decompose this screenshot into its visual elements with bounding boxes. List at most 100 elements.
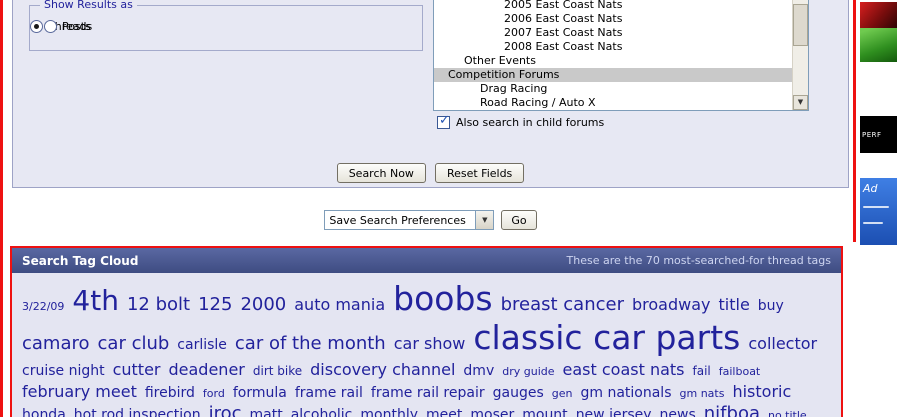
results-option-posts[interactable]: Posts (44, 20, 91, 33)
forum-list-item[interactable]: 2005 East Coast Nats (434, 0, 792, 12)
forum-list-item[interactable]: 2007 East Coast Nats (434, 26, 792, 40)
forum-list-item[interactable]: Road Racing / Auto X (434, 96, 792, 110)
tag-link[interactable]: fail (693, 365, 711, 378)
ad-banner-blue-text: Ad (863, 182, 878, 195)
tag-link[interactable]: gm nationals (580, 386, 671, 401)
check-icon: ✓ (439, 114, 450, 127)
tag-link[interactable]: 2000 (240, 295, 286, 315)
tag-link[interactable]: frame rail (295, 386, 363, 401)
tag-link[interactable]: hot rod inspection (74, 408, 201, 417)
tag-cloud-title: Search Tag Cloud (22, 254, 138, 268)
forum-search-page: Show Results as Threads Posts 2005 East … (0, 0, 897, 417)
reset-fields-button[interactable]: Reset Fields (435, 163, 524, 183)
tag-link[interactable]: njfboa (704, 404, 760, 417)
tag-cloud-body: 3/22/094th12 bolt1252000auto maniaboobsb… (12, 273, 841, 417)
forum-list-scrollbar[interactable]: ▼ (792, 0, 808, 110)
ad-banner-blue-line (863, 206, 889, 208)
ad-thumbnail-green-car[interactable] (860, 28, 897, 62)
tag-link[interactable]: 125 (198, 295, 232, 315)
child-forums-label: Also search in child forums (456, 116, 604, 129)
tag-link[interactable]: moser (470, 408, 514, 417)
tag-link[interactable]: iroc (209, 404, 242, 417)
posts-radio-label: Posts (62, 20, 91, 33)
tag-link[interactable]: 4th (72, 286, 119, 317)
forum-list-item[interactable]: 2008 East Coast Nats (434, 40, 792, 54)
tag-link[interactable]: mount (522, 408, 567, 417)
forum-list-item[interactable]: Competition Forums (434, 68, 792, 82)
tag-link[interactable]: title (719, 296, 750, 314)
save-preferences-select[interactable]: Save Search Preferences ▼ (324, 210, 494, 230)
posts-radio[interactable] (44, 20, 57, 33)
forum-select-list[interactable]: 2005 East Coast Nats2006 East Coast Nats… (433, 0, 809, 111)
tag-link[interactable]: no title (768, 410, 807, 417)
forum-list-items: 2005 East Coast Nats2006 East Coast Nats… (434, 0, 792, 110)
tag-link[interactable]: dirt bike (253, 365, 302, 378)
page-border-right (853, 0, 856, 242)
tag-link[interactable]: news (660, 408, 696, 417)
tag-link[interactable]: carlisle (177, 338, 227, 353)
tag-link[interactable]: meet (426, 408, 462, 417)
tag-link[interactable]: formula (233, 386, 287, 401)
tag-link[interactable]: broadway (632, 296, 711, 314)
select-dropdown-button[interactable]: ▼ (475, 211, 493, 229)
tag-link[interactable]: new jersey (576, 408, 652, 417)
ad-banner-blue-line (863, 222, 883, 224)
tag-link[interactable]: discovery channel (310, 361, 455, 379)
form-buttons-row: Search Now Reset Fields (13, 163, 848, 183)
tag-link[interactable]: car club (98, 334, 170, 354)
tag-link[interactable]: classic car parts (473, 320, 740, 356)
save-preferences-row: Save Search Preferences ▼ Go (12, 210, 849, 230)
show-results-fieldset: Show Results as Threads Posts (29, 5, 423, 51)
tag-link[interactable]: gauges (493, 386, 544, 401)
tag-link[interactable]: car of the month (235, 334, 386, 354)
tag-link[interactable]: february meet (22, 383, 137, 401)
tag-link[interactable]: dmv (463, 364, 494, 379)
tag-link[interactable]: honda (22, 408, 66, 417)
tag-link[interactable]: monthly (360, 408, 418, 417)
tag-link[interactable]: 12 bolt (127, 295, 190, 315)
tag-link[interactable]: frame rail repair (371, 386, 485, 401)
tag-link[interactable]: camaro (22, 334, 90, 354)
threads-radio[interactable] (30, 20, 43, 33)
ad-thumbnail-red-car[interactable] (860, 2, 897, 28)
scrollbar-thumb[interactable] (793, 4, 808, 46)
ad-banner-black[interactable]: PERF (860, 116, 897, 153)
tag-link[interactable]: matt (250, 408, 283, 417)
tag-link[interactable]: deadener (169, 361, 245, 379)
tag-cloud-subtitle: These are the 70 most-searched-for threa… (567, 254, 831, 267)
tag-link[interactable]: cutter (113, 361, 161, 379)
child-forums-option[interactable]: ✓ Also search in child forums (437, 116, 604, 129)
tag-link[interactable]: 3/22/09 (22, 301, 64, 313)
tag-link[interactable]: gm nats (680, 388, 725, 400)
ad-sidebar: PERF Ad (860, 0, 897, 417)
tag-link[interactable]: failboat (719, 366, 761, 378)
tag-link[interactable]: cruise night (22, 364, 105, 379)
forum-list-item[interactable]: 2006 East Coast Nats (434, 12, 792, 26)
ad-banner-blue[interactable]: Ad (860, 178, 897, 245)
dropdown-arrow-icon: ▼ (482, 217, 487, 224)
forum-list-item[interactable]: Other Events (434, 54, 792, 68)
search-now-button[interactable]: Search Now (337, 163, 426, 183)
tag-link[interactable]: east coast nats (563, 361, 685, 379)
tag-link[interactable]: car show (394, 335, 466, 353)
show-results-legend: Show Results as (40, 0, 137, 11)
tag-link[interactable]: gen (552, 388, 573, 400)
ad-banner-black-text: PERF (862, 131, 882, 139)
tag-link[interactable]: historic (732, 383, 791, 401)
tag-link[interactable]: dry guide (502, 366, 554, 378)
tag-link[interactable]: collector (748, 335, 817, 353)
tag-cloud-header: Search Tag Cloud These are the 70 most-s… (12, 248, 841, 273)
go-button[interactable]: Go (501, 210, 536, 230)
tag-link[interactable]: alcoholic (291, 408, 353, 417)
save-preferences-value: Save Search Preferences (325, 214, 465, 227)
tag-link[interactable]: auto mania (294, 296, 385, 314)
child-forums-checkbox[interactable]: ✓ (437, 116, 450, 129)
tag-link[interactable]: breast cancer (501, 295, 624, 315)
tag-link[interactable]: ford (203, 388, 225, 400)
tag-link[interactable]: boobs (393, 281, 492, 317)
forum-list-item[interactable]: Drag Racing (434, 82, 792, 96)
tag-link[interactable]: buy (758, 299, 784, 314)
tag-link[interactable]: firebird (145, 386, 195, 401)
scroll-down-arrow-icon: ▼ (798, 99, 803, 106)
scroll-down-button[interactable]: ▼ (793, 95, 808, 110)
